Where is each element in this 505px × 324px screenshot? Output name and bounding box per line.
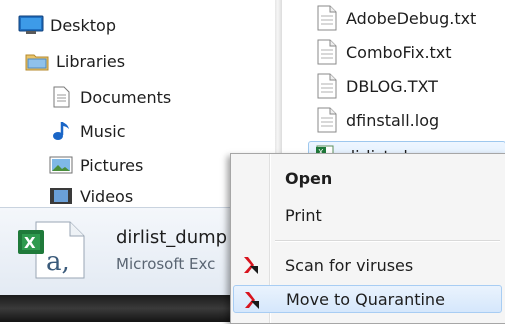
music-icon: [53, 122, 69, 140]
nav-item-label: Pictures: [80, 155, 144, 175]
file-name: ComboFix.txt: [346, 42, 452, 62]
menu-item-label: Scan for viruses: [285, 255, 414, 275]
nav-item-libraries[interactable]: Libraries: [24, 48, 125, 74]
menu-item-label: Move to Quarantine: [286, 289, 445, 309]
antivirus-icon: [244, 257, 258, 274]
nav-item-label: Music: [80, 121, 126, 141]
nav-item-label: Desktop: [50, 15, 116, 35]
nav-item-music[interactable]: Music: [48, 118, 126, 144]
menu-item-move-to-quarantine[interactable]: Move to Quarantine: [233, 285, 502, 313]
file-name: DBLOG.TXT: [346, 76, 438, 96]
text-file-icon: [317, 39, 337, 65]
text-file-icon: [317, 107, 337, 133]
details-file-type: Microsoft Exc: [116, 255, 216, 273]
videos-icon: [50, 188, 72, 204]
nav-item-label: Libraries: [56, 51, 126, 71]
context-menu: Open Print Scan for viruses Move to Quar…: [230, 153, 505, 324]
svg-text:a,: a,: [46, 247, 70, 277]
text-file-icon: [317, 5, 337, 31]
nav-item-pictures[interactable]: Pictures: [48, 152, 143, 178]
file-item[interactable]: DBLOG.TXT: [316, 72, 438, 100]
menu-item-print[interactable]: Print: [233, 201, 502, 229]
pictures-icon: [49, 156, 73, 174]
menu-item-scan-for-viruses[interactable]: Scan for viruses: [233, 251, 502, 279]
menu-item-label: Open: [285, 168, 333, 188]
nav-item-documents[interactable]: Documents: [48, 84, 171, 110]
file-item[interactable]: dfinstall.log: [316, 106, 439, 134]
nav-item-label: Videos: [80, 186, 134, 206]
file-name: AdobeDebug.txt: [346, 8, 477, 28]
file-name: dfinstall.log: [346, 110, 440, 130]
details-file-name: dirlist_dump: [116, 227, 228, 248]
nav-item-desktop[interactable]: Desktop: [18, 12, 116, 38]
libraries-folder-icon: [25, 54, 49, 71]
nav-item-label: Documents: [80, 87, 172, 107]
excel-csv-icon: X a,: [18, 221, 85, 279]
desktop-icon: [18, 15, 44, 34]
menu-item-open[interactable]: Open: [233, 164, 502, 192]
antivirus-icon: [245, 292, 259, 309]
pane-splitter[interactable]: [275, 0, 282, 155]
file-list-pane: AdobeDebug.txt ComboFix.txt DBLOG.TXT df…: [282, 0, 505, 171]
menu-separator: [275, 240, 500, 242]
file-item[interactable]: AdobeDebug.txt: [316, 4, 476, 32]
menu-item-label: Print: [285, 205, 322, 225]
file-item[interactable]: ComboFix.txt: [316, 38, 452, 66]
svg-text:X: X: [24, 234, 36, 252]
documents-icon: [53, 86, 70, 108]
nav-item-videos[interactable]: Videos: [48, 186, 133, 206]
text-file-icon: [317, 73, 337, 99]
